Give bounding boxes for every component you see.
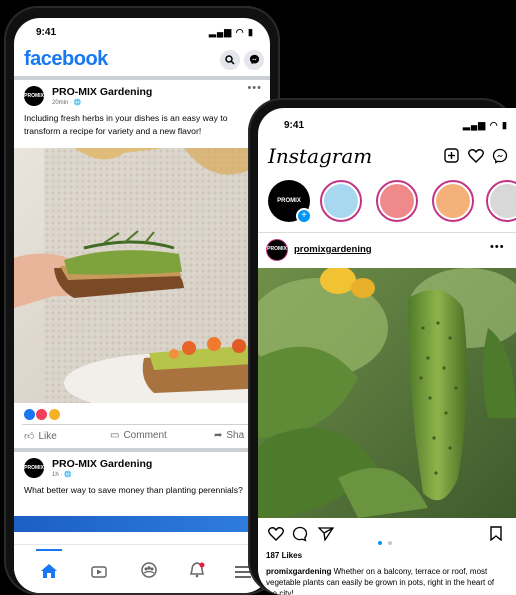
messenger-icon[interactable] [492, 148, 508, 167]
avatar[interactable]: PROMIX [24, 458, 44, 478]
share-button[interactable] [317, 526, 335, 546]
stories-divider [258, 232, 516, 233]
story-image [436, 184, 470, 218]
instagram-screen: 9:41 ▂▄▆ ◠ ▮ Instagram PROMIX + PROMIX p… [258, 108, 516, 595]
own-story-label: PROMIX [277, 198, 301, 204]
post-author[interactable]: PRO-MIX Gardening [52, 458, 152, 470]
facebook-screen: 9:41 ▂▄▆ ◠ ▮ facebook PROMIX PRO-MIX Gar… [14, 18, 270, 593]
share-label: Sha [226, 430, 245, 441]
post-meta: 1h · 🌐 [52, 472, 72, 478]
love-reaction-icon [36, 409, 48, 420]
like-button[interactable]: 👍︎ Like [24, 430, 57, 442]
instagram-logo: Instagram [268, 144, 373, 168]
story-avatar[interactable] [486, 180, 516, 222]
post-image[interactable] [258, 268, 516, 518]
facebook-logo: facebook [24, 48, 108, 70]
carousel-dot [388, 541, 393, 545]
like-button[interactable] [268, 526, 284, 546]
like-reaction-icon [24, 409, 35, 420]
story-avatar[interactable] [432, 180, 474, 222]
more-options-icon[interactable]: ••• [247, 82, 262, 94]
post-text: What better way to save money than plant… [24, 485, 243, 495]
comment-icon: ▭ [110, 430, 120, 441]
save-button[interactable] [490, 526, 502, 546]
status-icons: ▂▄▆ ◠ ▮ [208, 27, 254, 37]
status-bar: 9:41 ▂▄▆ ◠ ▮ [258, 108, 516, 136]
facebook-phone-frame: 9:41 ▂▄▆ ◠ ▮ facebook PROMIX PRO-MIX Gar… [4, 6, 280, 595]
post-author[interactable]: PRO-MIX Gardening [52, 86, 152, 98]
instagram-phone-frame: 9:41 ▂▄▆ ◠ ▮ Instagram PROMIX + PROMIX p… [248, 98, 516, 595]
post-meta: 20min · 🌐 [52, 100, 82, 106]
messenger-icon[interactable] [244, 50, 264, 70]
story-avatar[interactable] [320, 180, 362, 222]
status-bar: 9:41 ▂▄▆ ◠ ▮ [14, 18, 270, 46]
heart-icon[interactable] [468, 148, 484, 166]
story-image [324, 184, 358, 218]
status-icons: ▂▄▆ ◠ ▮ [462, 120, 508, 130]
more-options-icon[interactable]: ••• [490, 241, 505, 253]
post-text: Including fresh herbs in your dishes is … [24, 113, 228, 136]
likes-count[interactable]: 187 Likes [266, 551, 302, 560]
comment-label: Comment [123, 430, 167, 441]
new-post-icon[interactable] [444, 148, 459, 166]
post-divider [14, 448, 270, 452]
add-story-icon[interactable]: + [296, 208, 312, 224]
active-tab-indicator [36, 549, 62, 551]
story-image [490, 184, 516, 218]
groups-icon[interactable] [138, 562, 160, 581]
post-username[interactable]: promixgardening [294, 244, 372, 255]
story-avatar[interactable] [376, 180, 418, 222]
video-icon[interactable] [88, 565, 110, 581]
share-icon: ➦ [214, 430, 223, 441]
avatar[interactable]: PROMIX [24, 86, 44, 106]
like-label: Like [38, 431, 57, 442]
share-button[interactable]: ➦ Sha [214, 430, 244, 441]
avatar[interactable]: PROMIX [266, 239, 288, 261]
comment-button[interactable] [292, 526, 308, 547]
post-caption: promixgardening Whether on a balcony, te… [266, 566, 504, 595]
story-image [380, 184, 414, 218]
thumbs-up-icon: 👍︎ [24, 431, 35, 442]
home-icon[interactable] [38, 564, 60, 581]
post-image[interactable] [14, 148, 270, 403]
caption-username[interactable]: promixgardening [266, 567, 331, 576]
status-time: 9:41 [284, 120, 305, 131]
notifications-icon[interactable] [186, 562, 208, 581]
wow-reaction-icon [48, 409, 60, 420]
carousel-indicator [378, 532, 393, 550]
reactions-row[interactable] [24, 407, 60, 421]
carousel-dot-active [378, 541, 382, 545]
status-time: 9:41 [36, 27, 57, 38]
post-image-preview[interactable] [14, 516, 270, 532]
avatar-label: PROMIX [267, 246, 287, 252]
header-divider [14, 76, 270, 80]
reactions-divider [22, 424, 262, 425]
facebook-header: facebook [14, 46, 270, 74]
search-icon[interactable] [220, 50, 240, 70]
comment-button[interactable]: ▭ Comment [110, 430, 167, 441]
